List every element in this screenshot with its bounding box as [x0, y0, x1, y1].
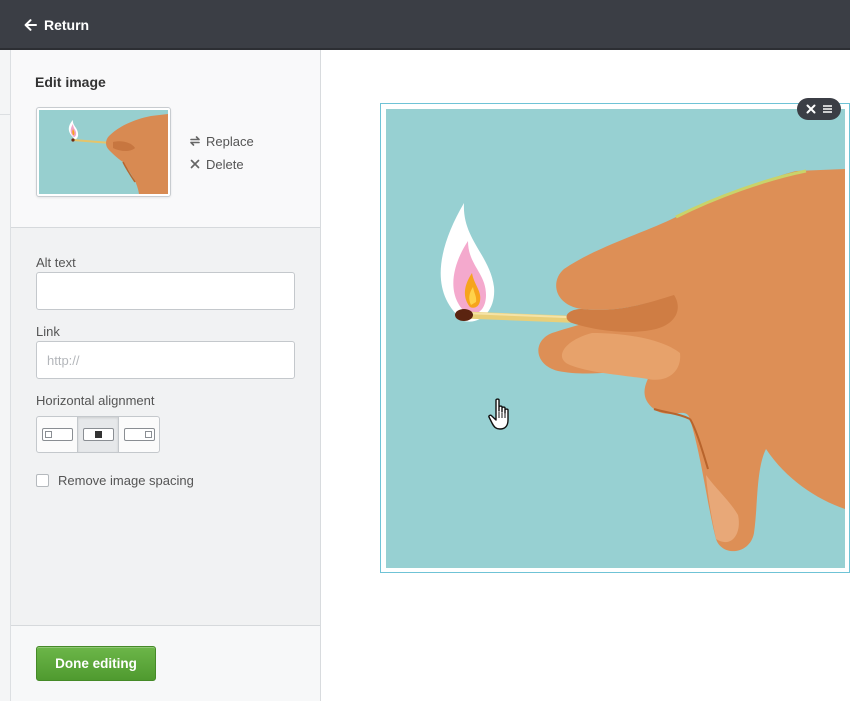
alt-text-input[interactable]: [36, 272, 295, 310]
replace-button[interactable]: Replace: [189, 132, 254, 150]
align-center-button[interactable]: [78, 417, 119, 452]
image-section: Edit image Replace Delete: [11, 50, 320, 228]
delete-button[interactable]: Delete: [189, 155, 254, 173]
thumbnail-image: [39, 110, 168, 194]
edit-image-sidebar: Edit image Replace Delete Alt text Link …: [11, 50, 321, 701]
alt-text-label: Alt text: [36, 255, 76, 270]
remove-spacing-label: Remove image spacing: [58, 473, 194, 488]
remove-spacing-option[interactable]: Remove image spacing: [36, 473, 194, 488]
hand-pointer-cursor-icon: [488, 398, 509, 430]
preview-canvas: [322, 52, 850, 701]
close-icon: [190, 159, 200, 169]
selected-image-frame[interactable]: [380, 103, 850, 573]
remove-spacing-checkbox[interactable]: [36, 474, 49, 487]
align-left-icon: [41, 428, 73, 441]
align-right-button[interactable]: [119, 417, 159, 452]
horizontal-alignment-label: Horizontal alignment: [36, 393, 155, 408]
image-thumbnail[interactable]: [36, 107, 171, 197]
left-strip: [0, 50, 11, 701]
arrow-left-icon: [24, 19, 37, 31]
align-center-icon: [82, 428, 114, 441]
link-input[interactable]: [36, 341, 295, 379]
match-hand-image[interactable]: [386, 109, 845, 568]
return-button[interactable]: Return: [24, 15, 89, 35]
alignment-button-group: [36, 416, 160, 453]
top-bar: Return: [0, 0, 850, 50]
align-right-icon: [123, 428, 155, 441]
delete-label: Delete: [206, 156, 244, 172]
image-toolbar: [797, 98, 841, 120]
align-left-button[interactable]: [37, 417, 78, 452]
done-editing-button[interactable]: Done editing: [36, 646, 156, 681]
replace-label: Replace: [206, 133, 254, 149]
menu-icon[interactable]: [821, 102, 835, 116]
swap-icon: [190, 136, 200, 146]
link-label: Link: [36, 324, 60, 339]
image-actions: Replace Delete: [189, 132, 254, 178]
sidebar-footer: Done editing: [11, 625, 320, 701]
close-icon[interactable]: [804, 102, 818, 116]
return-label: Return: [44, 17, 90, 33]
match-illustration: [386, 109, 845, 568]
sidebar-title: Edit image: [35, 74, 106, 90]
